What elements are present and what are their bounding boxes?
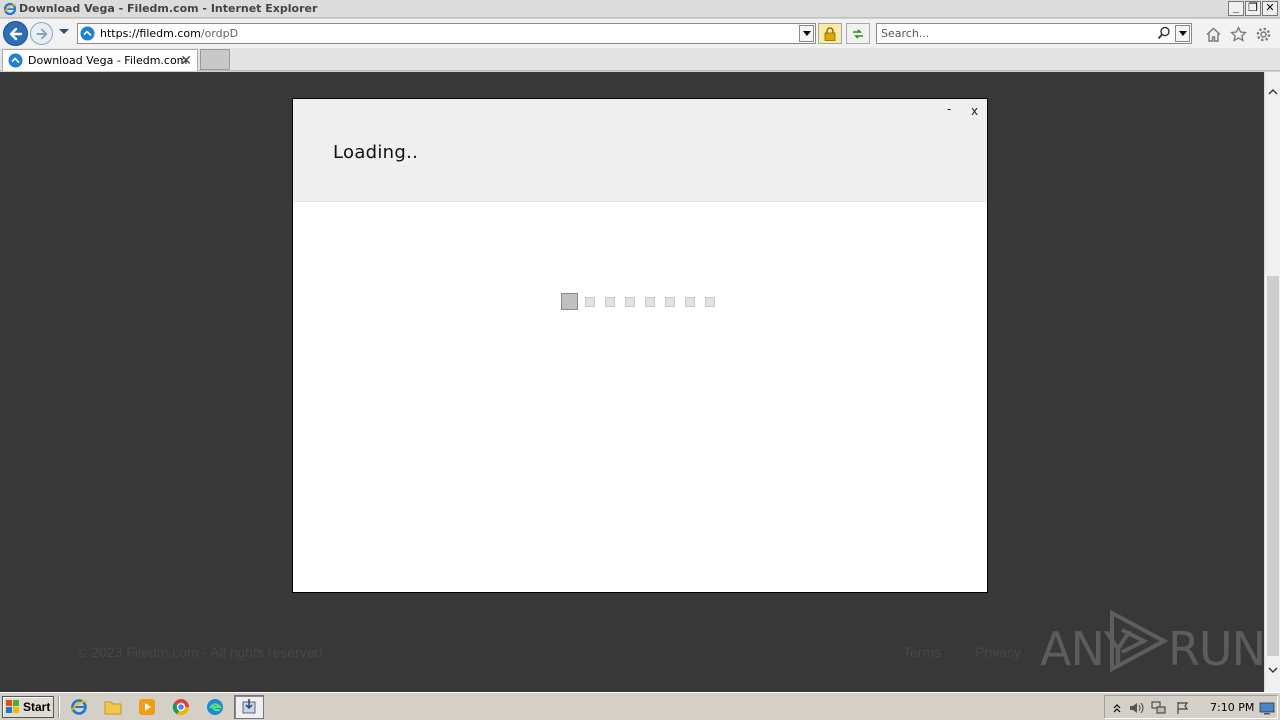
window-close-button[interactable]: ✕ [1262,1,1278,16]
tray-clock[interactable]: 7:10 PM [1210,701,1254,714]
tray-expand-button[interactable] [1109,700,1125,716]
chevron-up-icon [1113,704,1121,713]
gear-icon [1256,27,1270,41]
anyrun-watermark: ANY RUN [1040,610,1266,676]
flag-icon [1177,702,1189,714]
tray-volume[interactable] [1129,700,1145,716]
edge-icon [207,699,223,715]
start-button[interactable]: Start [2,696,54,718]
refresh-icon [853,28,863,39]
page-scrollbar[interactable] [1264,72,1280,692]
taskbar-ie[interactable] [64,695,94,719]
site-favicon-icon [80,26,95,41]
security-lock-button[interactable] [818,23,842,44]
scroll-thumb[interactable] [1267,276,1279,656]
address-bar[interactable]: https://filedm.com/ordpD [77,23,816,44]
favorites-button[interactable] [1229,25,1247,43]
speaker-icon [1130,702,1144,714]
arrow-left-icon [9,27,22,40]
address-url[interactable]: https://filedm.com/ordpD [100,27,238,40]
dialog-header: Loading.. - x [293,99,987,202]
taskbar: Start 7:10 PM [0,692,1280,720]
show-desktop-button[interactable] [1259,700,1275,716]
loader-square [625,297,635,307]
tab-close-button[interactable]: ✕ [180,52,192,69]
search-box[interactable]: Search... [876,23,1192,44]
window-minimize-button[interactable]: _ [1228,1,1244,16]
loader-square [561,293,578,310]
recent-pages-dropdown-icon[interactable] [58,28,70,36]
dialog-minimize-button[interactable]: - [947,102,951,116]
new-tab-button[interactable] [200,49,230,70]
footer-link-terms[interactable]: Terms [903,644,941,660]
forward-button[interactable] [30,22,53,45]
window-title: Download Vega - Filedm.com - Internet Ex… [19,2,318,15]
lock-icon [824,26,836,41]
dialog-title: Loading.. [333,142,419,163]
taskbar-active-app[interactable] [234,695,264,719]
tab-active[interactable]: Download Vega - Filedm.com ✕ [2,49,198,71]
scroll-up-button[interactable] [1265,84,1280,100]
system-tray: 7:10 PM [1104,695,1278,719]
tools-button[interactable] [1254,25,1272,43]
internet-explorer-icon [70,699,88,715]
windows-logo-icon [6,700,19,713]
address-dropdown-button[interactable] [799,25,814,42]
page-content: © 2023 Filedm.com - All rights reserved … [0,72,1264,692]
watermark-text-right: RUN [1168,622,1266,676]
window-title-bar: Download Vega - Filedm.com - Internet Ex… [0,0,1280,18]
taskbar-explorer[interactable] [98,695,128,719]
footer-copyright: © 2023 Filedm.com - All rights reserved [77,644,323,660]
desktop-icon [1259,702,1275,715]
navigation-bar: https://filedm.com/ordpD Search... [0,19,1280,48]
site-favicon-icon [8,53,23,68]
chevron-down-icon [802,31,811,36]
taskbar-media-player[interactable] [132,695,162,719]
tray-action-center[interactable] [1175,700,1191,716]
home-icon [1206,27,1220,42]
footer-link-privacy[interactable]: Privacy [975,644,1021,660]
back-button[interactable] [3,21,28,46]
start-label: Start [23,700,51,714]
search-placeholder[interactable]: Search... [881,27,929,40]
ie-logo-icon [3,2,17,16]
arrow-right-icon [36,28,47,39]
home-button[interactable] [1204,25,1222,43]
loader-square [605,297,615,307]
chrome-icon [172,699,190,716]
tab-bar: Download Vega - Filedm.com ✕ [0,48,1280,71]
play-logo-icon [1110,610,1168,672]
loader-square [665,297,675,307]
tab-title: Download Vega - Filedm.com [28,54,188,67]
search-dropdown-button[interactable] [1175,25,1190,42]
star-icon [1229,25,1247,42]
installer-icon [242,699,256,714]
loader-square [705,297,715,307]
network-icon [1151,701,1166,714]
loading-dialog: Loading.. - x [292,98,988,593]
dialog-close-button[interactable]: x [971,104,978,118]
tray-network[interactable] [1151,700,1167,716]
taskbar-separator [58,696,60,718]
chevron-up-icon [1268,89,1278,95]
chevron-down-icon [1268,667,1278,673]
media-player-icon [139,699,155,715]
chevron-down-icon [1178,31,1187,36]
search-icon[interactable] [1157,26,1171,40]
scroll-down-button[interactable] [1265,662,1280,678]
taskbar-chrome[interactable] [166,695,196,719]
loader-square [645,297,655,307]
folder-icon [104,701,122,715]
taskbar-edge[interactable] [200,695,230,719]
window-restore-button[interactable]: ❐ [1245,1,1261,16]
loader-square [685,297,695,307]
loader-square [585,297,595,307]
refresh-button[interactable] [846,23,870,44]
